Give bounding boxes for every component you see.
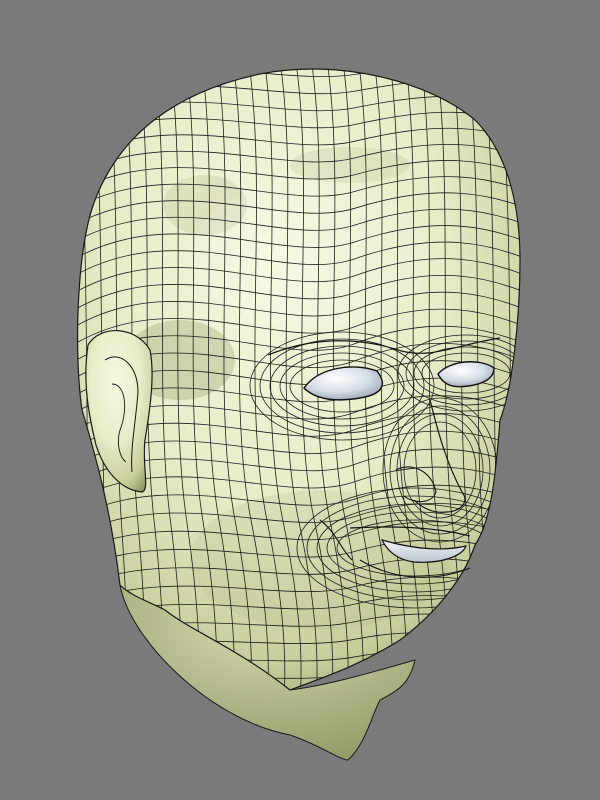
head-mesh-render [76, 68, 521, 761]
mesh-contour-line [77, 68, 83, 690]
mesh-contour-line [514, 68, 520, 690]
3d-viewport [0, 0, 600, 800]
ear-shape [85, 330, 153, 493]
